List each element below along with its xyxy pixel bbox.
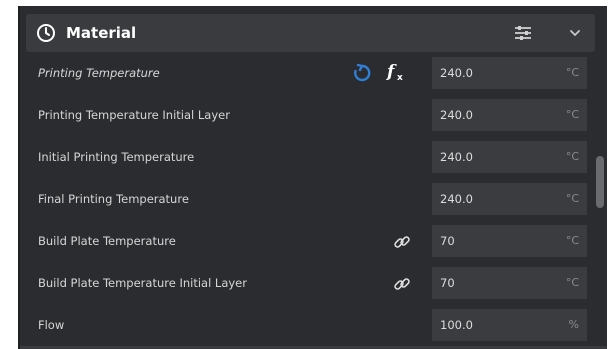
setting-row-initial-printing-temperature: Initial Printing Temperature 240.0 °C — [18, 136, 598, 178]
setting-unit: °C — [565, 150, 579, 163]
section-title: Material — [66, 24, 137, 42]
svg-text:f: f — [386, 62, 397, 82]
reset-icon[interactable] — [352, 63, 372, 83]
material-settings-panel: Material Printing Temperature f x 240.0 … — [18, 6, 607, 349]
tune-icon[interactable] — [514, 25, 532, 41]
setting-row-final-printing-temperature: Final Printing Temperature 240.0 °C — [18, 178, 598, 220]
setting-unit: °C — [565, 234, 579, 247]
setting-label: Flow — [38, 318, 65, 332]
svg-text:x: x — [397, 73, 403, 83]
setting-label: Final Printing Temperature — [38, 192, 189, 206]
setting-unit: % — [568, 318, 579, 331]
setting-value-field[interactable]: 240.0 °C — [432, 57, 587, 89]
scrollbar-thumb[interactable] — [596, 156, 604, 208]
setting-label: Build Plate Temperature Initial Layer — [38, 276, 247, 290]
setting-value: 240.0 — [440, 66, 473, 80]
setting-unit: °C — [565, 66, 579, 79]
material-icon — [37, 24, 55, 42]
setting-unit: °C — [565, 192, 579, 205]
setting-value: 100.0 — [440, 318, 473, 332]
setting-value-field[interactable]: 240.0 °C — [432, 141, 587, 173]
link-icon[interactable] — [392, 274, 412, 294]
setting-value: 240.0 — [440, 192, 473, 206]
setting-unit: °C — [565, 108, 579, 121]
setting-label: Build Plate Temperature — [38, 234, 176, 248]
section-header-material[interactable]: Material — [26, 14, 595, 52]
setting-row-build-plate-temperature-initial-layer: Build Plate Temperature Initial Layer 70… — [18, 262, 598, 304]
setting-value-field[interactable]: 100.0 % — [432, 309, 587, 341]
setting-value-field[interactable]: 70 °C — [432, 267, 587, 299]
setting-row-printing-temperature-initial-layer: Printing Temperature Initial Layer 240.0… — [18, 94, 598, 136]
setting-row-flow: Flow 100.0 % — [18, 304, 598, 346]
setting-value-field[interactable]: 240.0 °C — [432, 99, 587, 131]
setting-row-build-plate-temperature: Build Plate Temperature 70 °C — [18, 220, 598, 262]
setting-value: 240.0 — [440, 108, 473, 122]
setting-row-printing-temperature: Printing Temperature f x 240.0 °C — [18, 52, 598, 94]
setting-label: Initial Printing Temperature — [38, 150, 195, 164]
setting-value: 240.0 — [440, 150, 473, 164]
setting-value-field[interactable]: 70 °C — [432, 225, 587, 257]
setting-value: 70 — [440, 276, 455, 290]
setting-value: 70 — [440, 234, 455, 248]
setting-value-field[interactable]: 240.0 °C — [432, 183, 587, 215]
setting-unit: °C — [565, 276, 579, 289]
function-icon[interactable]: f x — [384, 61, 410, 83]
setting-label: Printing Temperature Initial Layer — [38, 108, 230, 122]
chevron-down-icon[interactable] — [569, 28, 581, 38]
setting-label: Printing Temperature — [38, 66, 160, 80]
link-icon[interactable] — [392, 232, 412, 252]
